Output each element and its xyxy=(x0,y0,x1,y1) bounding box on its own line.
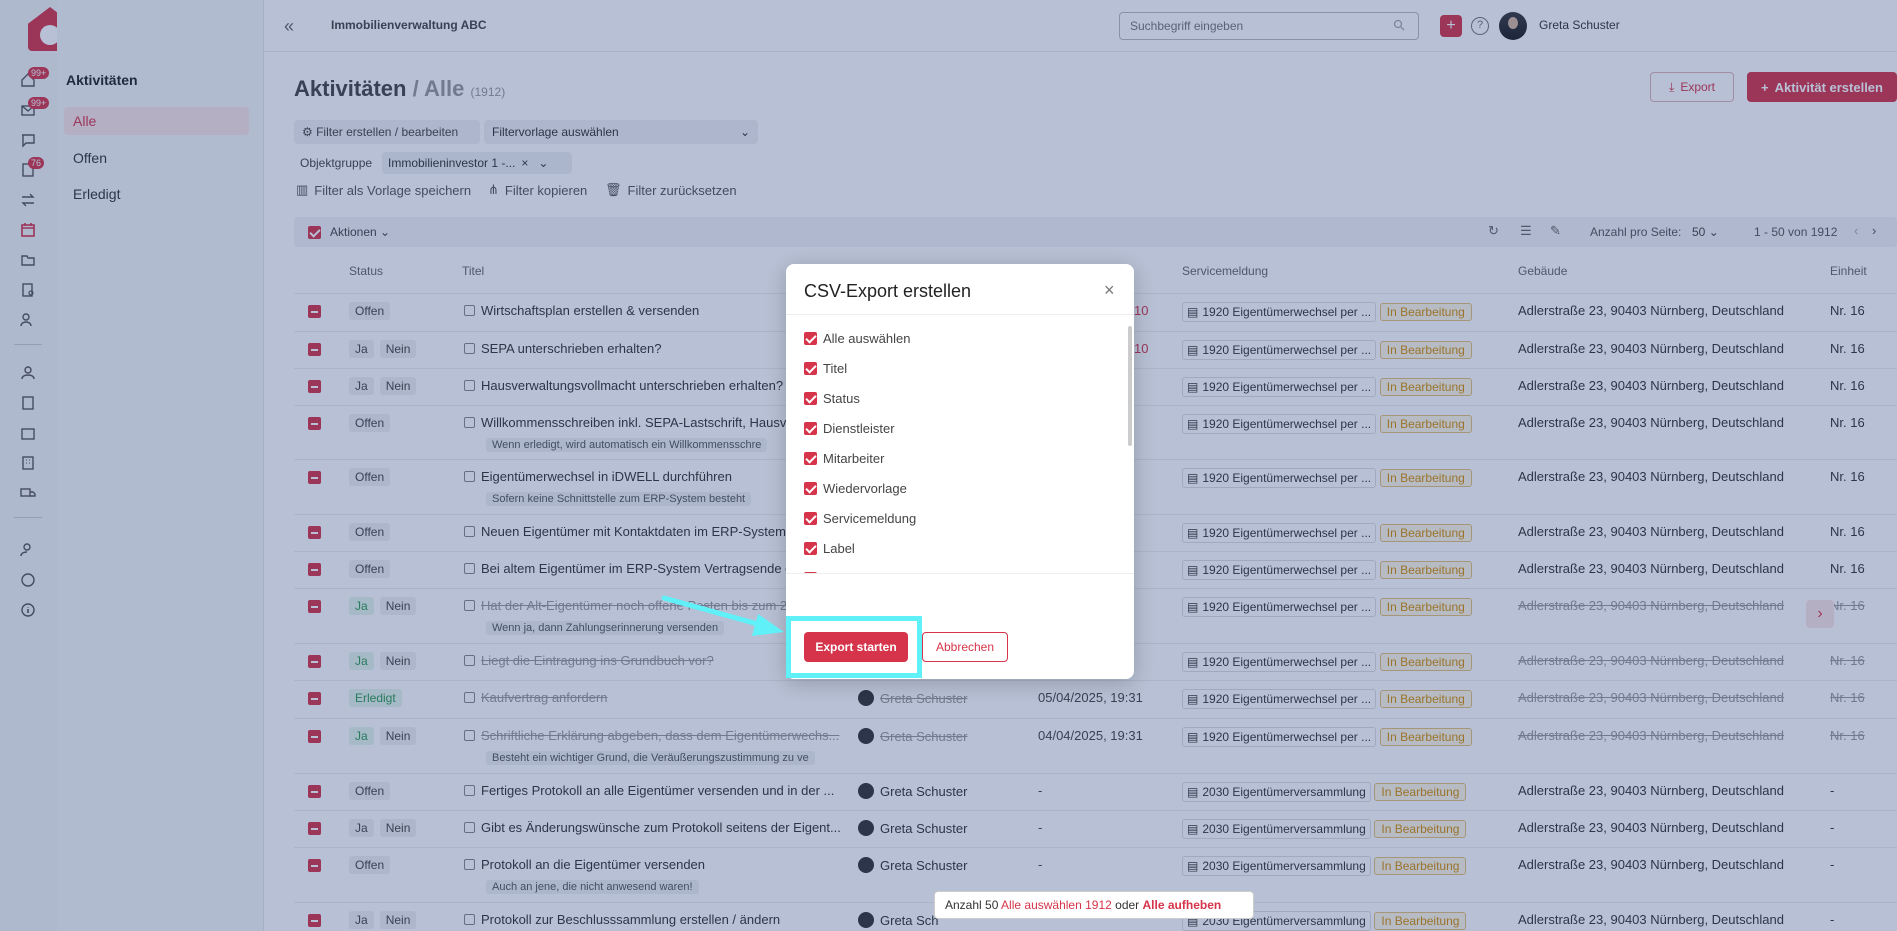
dialog-title: CSV-Export erstellen xyxy=(804,281,972,301)
cancel-button[interactable]: Abbrechen xyxy=(922,632,1008,662)
option-checkbox[interactable] xyxy=(804,452,817,465)
option-label: Gebäude xyxy=(823,571,877,573)
export-option[interactable]: Titel xyxy=(804,361,847,376)
option-checkbox[interactable] xyxy=(804,422,817,435)
export-option[interactable]: Label xyxy=(804,541,855,556)
export-option[interactable]: Alle auswählen xyxy=(804,331,910,346)
option-label: Wiedervorlage xyxy=(823,481,907,496)
option-checkbox[interactable] xyxy=(804,332,817,345)
export-option[interactable]: Wiedervorlage xyxy=(804,481,907,496)
option-checkbox[interactable] xyxy=(804,512,817,525)
export-option[interactable]: Servicemeldung xyxy=(804,511,916,526)
option-checkbox[interactable] xyxy=(804,392,817,405)
option-label: Label xyxy=(823,541,855,556)
selection-count: Anzahl 50 xyxy=(945,898,999,912)
option-checkbox[interactable] xyxy=(804,542,817,555)
option-label: Dienstleister xyxy=(823,421,895,436)
export-option[interactable]: Dienstleister xyxy=(804,421,895,436)
clear-selection-link[interactable]: Alle aufheben xyxy=(1143,898,1222,912)
option-label: Servicemeldung xyxy=(823,511,917,526)
export-option[interactable]: Mitarbeiter xyxy=(804,451,884,466)
dialog-scrollbar[interactable] xyxy=(1128,326,1132,446)
annotation-arrow-icon xyxy=(661,595,784,636)
export-option[interactable]: Status xyxy=(804,391,860,406)
option-label: Mitarbeiter xyxy=(823,451,885,466)
highlight-box xyxy=(786,616,922,678)
selection-or: oder xyxy=(1115,898,1140,912)
close-icon[interactable]: × xyxy=(1104,281,1120,299)
export-field-list: Alle auswählen Titel Status Dienstleister Mi… xyxy=(786,314,1134,574)
option-label: Alle auswählen xyxy=(823,331,911,346)
option-checkbox[interactable] xyxy=(804,362,817,375)
option-checkbox[interactable] xyxy=(804,482,817,495)
select-all-link[interactable]: Alle auswählen 1912 xyxy=(1001,898,1112,912)
option-label: Status xyxy=(823,391,860,406)
selection-bar: Anzahl 50 Alle auswählen 1912 oder Alle … xyxy=(934,891,1254,919)
option-label: Titel xyxy=(823,361,848,376)
option-checkbox[interactable] xyxy=(804,572,817,573)
export-option[interactable]: Gebäude xyxy=(804,571,877,573)
